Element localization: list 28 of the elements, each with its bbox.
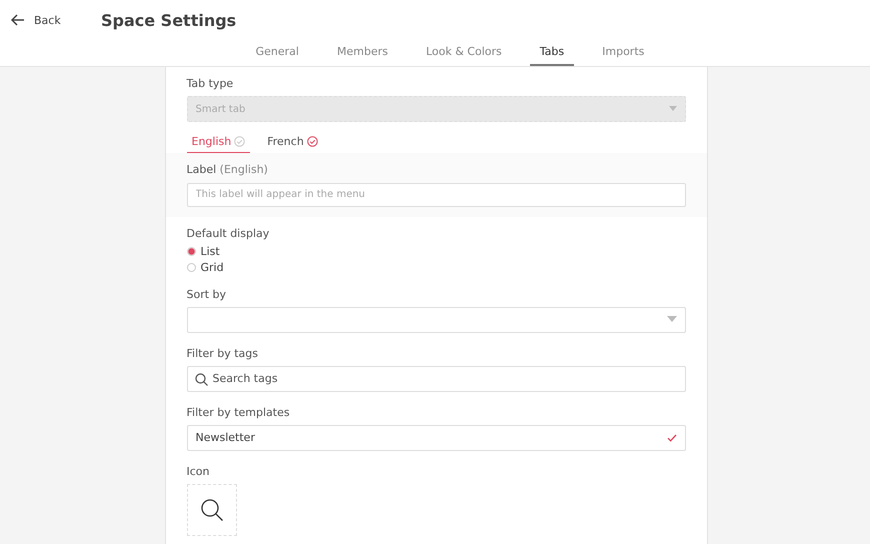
caret-icon	[668, 106, 676, 112]
field-label: Icon	[186, 464, 210, 478]
settings-tab[interactable]: Imports	[592, 40, 654, 66]
label-input[interactable]: This label will appear in the menu	[186, 182, 686, 206]
back-link[interactable]: Back	[11, 14, 101, 26]
field-label: Sort by	[186, 288, 228, 300]
tag-search-field[interactable]: Search tags	[186, 366, 686, 392]
field-label: Default display	[186, 226, 270, 240]
field-label: Filter by tags	[186, 346, 259, 360]
caret-icon	[666, 316, 676, 323]
field-label: Filter by templates	[186, 406, 291, 418]
template-select[interactable]: Newsletter	[186, 424, 686, 450]
radio-option[interactable]: List	[186, 246, 686, 258]
settings-tab[interactable]: Look & Colors	[416, 40, 512, 66]
search-icon	[200, 498, 224, 522]
settings-tab[interactable]: Members	[326, 40, 398, 66]
field-label: Label (English)	[186, 163, 269, 176]
settings-tab[interactable]: General	[246, 40, 309, 66]
check-circle-icon	[234, 136, 246, 147]
radio-option[interactable]: Grid	[186, 262, 686, 274]
page-title: Space Settings	[101, 10, 236, 30]
field-label: Tab type	[186, 77, 234, 90]
check-icon	[666, 434, 676, 442]
back-arrow-icon	[11, 14, 25, 26]
language-tab[interactable]: French	[262, 135, 323, 153]
check-circle-icon	[306, 136, 318, 147]
search-icon	[194, 372, 208, 386]
icon-picker[interactable]	[186, 484, 236, 536]
